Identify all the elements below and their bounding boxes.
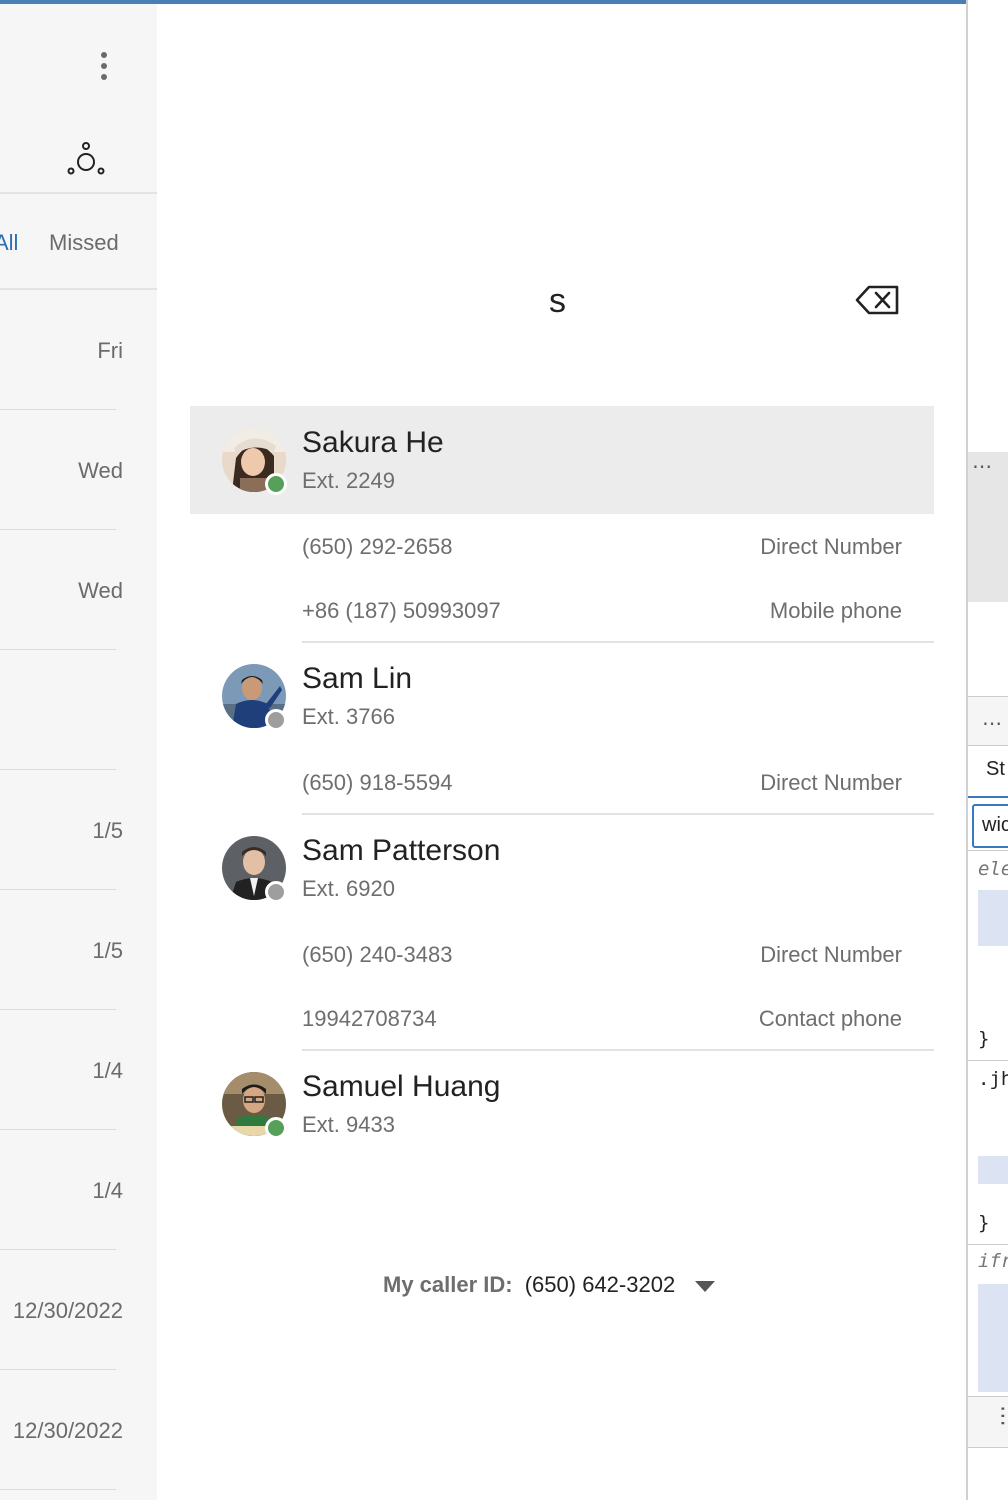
tab-all[interactable]: All: [0, 230, 18, 256]
presence-available-indicator: [265, 473, 287, 495]
history-row[interactable]: Wed: [0, 410, 157, 530]
presence-available-indicator: [265, 1117, 287, 1139]
css-declaration-highlight: [978, 1156, 1008, 1184]
divider: [968, 1060, 1008, 1061]
styles-filter-input[interactable]: wic: [972, 804, 1008, 848]
history-row[interactable]: Fri: [0, 290, 157, 410]
css-rule-selector: ele: [978, 858, 1008, 880]
caller-id-number: (650) 642-3202: [524, 1272, 676, 1297]
phone-type: Direct Number: [760, 534, 902, 559]
header-divider: [0, 192, 157, 194]
phone-number: (650) 292-2658: [302, 534, 453, 559]
caller-id-label: My caller ID:: [383, 1272, 513, 1297]
history-row[interactable]: 1/4: [0, 1130, 157, 1250]
phone-type: Direct Number: [760, 770, 902, 795]
caller-id-selector[interactable]: My caller ID: (650) 642-3202: [383, 1272, 716, 1298]
history-date: Wed: [78, 458, 123, 483]
css-brace: }: [978, 1212, 990, 1234]
phone-number: (650) 918-5594: [302, 770, 453, 795]
history-row[interactable]: [0, 650, 157, 770]
drawer-toolbar: ⋯: [968, 1396, 1008, 1448]
phone-number-row[interactable]: (650) 918-5594 Direct Number: [302, 750, 902, 814]
css-rule-selector: ifr: [978, 1250, 1008, 1272]
caret-down-icon[interactable]: [695, 1280, 716, 1292]
phone-number: (650) 240-3483: [302, 942, 453, 967]
contact-name: Samuel Huang: [302, 1070, 501, 1103]
phone-number: 19942708734: [302, 1006, 437, 1031]
contact-extension: Ext. 6920: [302, 876, 395, 901]
phone-type: Contact phone: [758, 1006, 902, 1031]
more-icon[interactable]: ⋯: [972, 454, 993, 479]
contact-row-sam-patterson[interactable]: Sam Patterson Ext. 6920: [190, 814, 934, 922]
overflow-icon[interactable]: ⋯: [982, 711, 1002, 736]
presence-offline-indicator: [265, 709, 287, 731]
phone-number-row[interactable]: (650) 240-3483 Direct Number: [302, 922, 902, 986]
filter-value: wic: [982, 814, 1008, 836]
contact-extension: Ext. 2249: [302, 468, 395, 493]
dialer-panel: s Sakura He Ext. 2249 (650) 292-2658 Dir…: [157, 4, 966, 1500]
history-row[interactable]: 1/5: [0, 890, 157, 1010]
devtools-toolbar: ⋯: [968, 696, 1008, 746]
presence-offline-indicator: [265, 881, 287, 903]
divider: [968, 850, 1008, 851]
history-row[interactable]: 1/5: [0, 770, 157, 890]
contact-name: Sam Patterson: [302, 834, 501, 867]
history-date: 12/30/2022: [12, 1298, 123, 1323]
divider: [968, 1244, 1008, 1245]
tab-styles[interactable]: St: [968, 746, 1008, 798]
tab-label: St: [986, 758, 1005, 780]
history-row[interactable]: 12/30/2022: [0, 1250, 157, 1370]
css-declaration-highlight: [978, 890, 1008, 946]
history-date: Wed: [78, 578, 123, 603]
history-date: Fri: [97, 338, 123, 363]
row-divider: [0, 1489, 116, 1490]
phone-number-row[interactable]: 19942708734 Contact phone: [302, 986, 902, 1050]
css-rule-selector: .jh: [978, 1068, 1008, 1090]
devtools-strip: ⋯ ⋯ St wic ele } .jh } ifr ⋯: [966, 0, 1008, 1500]
dial-search-input[interactable]: s: [549, 282, 566, 321]
contact-name: Sakura He: [302, 426, 444, 459]
contact-row-sam-lin[interactable]: Sam Lin Ext. 3766: [190, 642, 934, 750]
phone-number-row[interactable]: (650) 292-2658 Direct Number: [302, 514, 902, 578]
contact-row-samuel-huang[interactable]: Samuel Huang Ext. 9433: [190, 1050, 934, 1158]
css-declaration-highlight: [978, 1284, 1008, 1392]
call-graph-icon[interactable]: [64, 140, 108, 180]
contact-extension: Ext. 9433: [302, 1112, 395, 1137]
phone-type: Direct Number: [760, 942, 902, 967]
history-date: 12/30/2022: [12, 1418, 123, 1443]
devtools-panel-header: ⋯: [968, 452, 1008, 602]
contact-extension: Ext. 3766: [302, 704, 395, 729]
phone-number-row[interactable]: +86 (187) 50993097 Mobile phone: [302, 578, 902, 642]
backspace-icon[interactable]: [855, 284, 901, 316]
history-date: 1/4: [92, 1058, 123, 1083]
contact-name: Sam Lin: [302, 662, 413, 695]
phone-type: Mobile phone: [769, 598, 902, 623]
css-brace: }: [978, 1028, 990, 1050]
call-history-panel: All Missed Fri Wed Wed 1/5 1/5 1/4 1/4 1…: [0, 4, 157, 1500]
phone-number: +86 (187) 50993097: [302, 598, 501, 623]
drawer-menu-icon[interactable]: ⋯: [990, 1405, 1008, 1427]
contact-row-sakura-he[interactable]: Sakura He Ext. 2249: [190, 406, 934, 514]
history-row[interactable]: Wed: [0, 530, 157, 650]
history-date: 1/5: [92, 938, 123, 963]
history-date: 1/4: [92, 1178, 123, 1203]
tab-missed[interactable]: Missed: [49, 230, 119, 256]
history-row[interactable]: 12/30/2022: [0, 1370, 157, 1490]
history-date: 1/5: [92, 818, 123, 843]
history-row[interactable]: 1/4: [0, 1010, 157, 1130]
more-options-icon[interactable]: [92, 46, 116, 86]
